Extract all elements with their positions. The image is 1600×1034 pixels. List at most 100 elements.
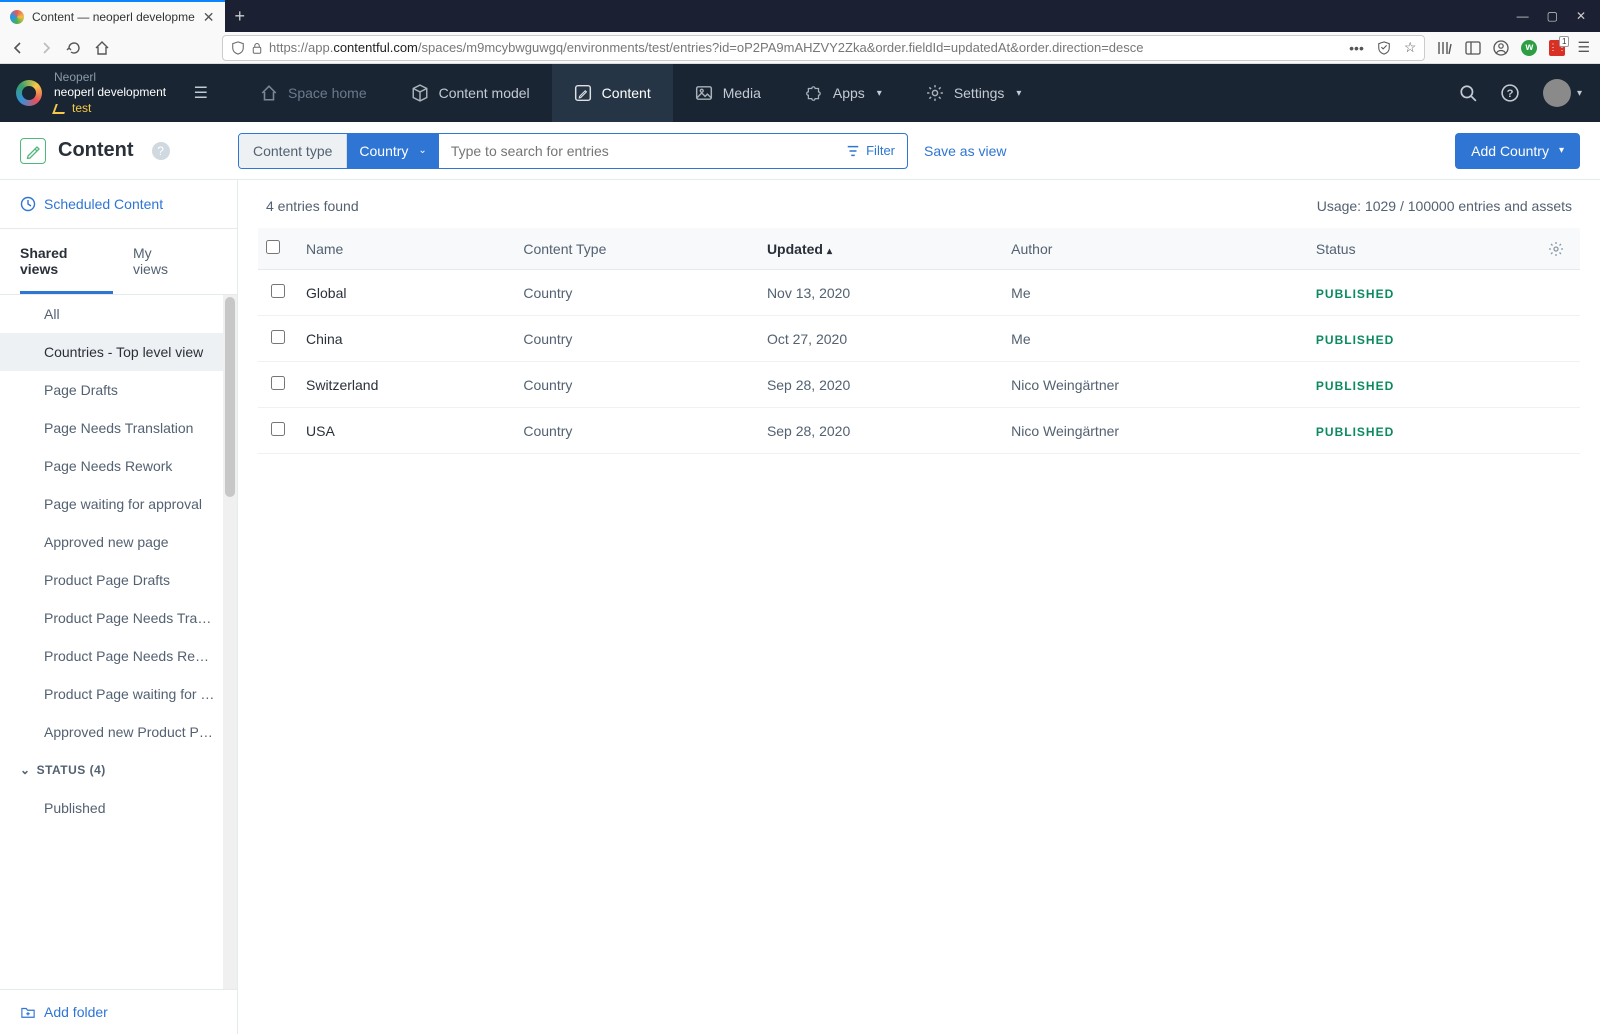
search-bar: Content type Country ⌄ Filter [238,133,908,169]
brand-block[interactable]: Neoperl neoperl development test ☰ [0,70,238,117]
sidebar-view-item[interactable]: Product Page Needs Transla... [0,599,237,637]
save-as-view-link[interactable]: Save as view [924,143,1006,159]
sidebar-view-item[interactable]: Approved new page [0,523,237,561]
more-icon[interactable]: ••• [1349,40,1364,56]
reload-button[interactable] [66,40,82,56]
select-all-checkbox[interactable] [266,240,280,254]
sidebar-view-item[interactable]: Published [0,789,237,827]
chevron-down-icon: ⌄ [20,763,31,777]
forward-button[interactable] [38,40,54,56]
puzzle-icon [805,84,823,102]
help-icon[interactable]: ? [1501,84,1519,102]
reader-icon[interactable] [1376,41,1392,55]
row-checkbox[interactable] [271,284,285,298]
maximize-icon[interactable]: ▢ [1547,9,1558,23]
table-row[interactable]: ChinaCountryOct 27, 2020MePUBLISHED [258,316,1580,362]
cell-type: Country [515,362,759,408]
home-button[interactable] [94,40,110,56]
browser-address-bar: https://app.contentful.com/spaces/m9mcyb… [0,32,1600,64]
col-name[interactable]: Name [298,228,515,270]
sidebar-view-item[interactable]: Page Needs Translation [0,409,237,447]
space-switcher-icon[interactable]: ☰ [180,83,222,103]
tab-my-views[interactable]: My views [133,229,197,294]
sidebar-view-item[interactable]: Page Drafts [0,371,237,409]
add-country-button[interactable]: Add Country ▾ [1455,133,1580,169]
sort-asc-icon: ▴ [827,246,832,257]
filter-button[interactable]: Filter [834,143,907,158]
usage-text: Usage: 1029 / 100000 entries and assets [1317,198,1572,214]
nav-settings[interactable]: Settings ▾ [904,64,1044,122]
extension-w-icon[interactable]: w [1521,40,1537,56]
status-group-header[interactable]: ⌄ STATUS (4) [0,751,237,789]
table-row[interactable]: GlobalCountryNov 13, 2020MePUBLISHED [258,270,1580,316]
sidebar-view-item[interactable]: All [0,295,237,333]
table-row[interactable]: USACountrySep 28, 2020Nico WeingärtnerPU… [258,408,1580,454]
tab-shared-views[interactable]: Shared views [20,229,113,294]
account-icon[interactable] [1493,40,1509,56]
search-icon[interactable] [1459,84,1477,102]
col-updated[interactable]: Updated▴ [759,228,1003,270]
cell-updated: Sep 28, 2020 [759,362,1003,408]
library-icon[interactable] [1437,40,1453,56]
browser-tab[interactable]: Content — neoperl developme ✕ [0,0,225,32]
sidebar-view-item[interactable]: Approved new Product Page [0,713,237,751]
cell-status: PUBLISHED [1308,270,1540,316]
minimize-icon[interactable]: — [1517,9,1529,23]
nav-content-model[interactable]: Content model [389,64,552,122]
space-name: neoperl development [54,85,166,101]
col-type[interactable]: Content Type [515,228,759,270]
cube-icon [411,84,429,102]
back-button[interactable] [10,40,26,56]
add-folder-button[interactable]: Add folder [0,989,237,1034]
url-input[interactable]: https://app.contentful.com/spaces/m9mcyb… [222,35,1425,61]
cell-type: Country [515,316,759,362]
sidebar-toggle-icon[interactable] [1465,40,1481,56]
search-input[interactable] [439,143,834,159]
col-status[interactable]: Status [1308,228,1540,270]
table-settings-icon[interactable] [1548,241,1572,257]
nav-media[interactable]: Media [673,64,783,122]
org-name: Neoperl [54,70,166,86]
browser-menu-icon[interactable]: ☰ [1577,39,1590,56]
view-tabs: Shared views My views [0,229,237,295]
extension-badge-icon[interactable]: ⋮⋮ [1549,40,1565,56]
contentful-logo-icon [16,80,42,106]
bookmark-icon[interactable]: ☆ [1404,39,1417,56]
sidebar-view-item[interactable]: Product Page waiting for ap... [0,675,237,713]
app-header: Neoperl neoperl development test ☰ Space… [0,64,1600,122]
scheduled-content-link[interactable]: Scheduled Content [0,180,237,229]
row-checkbox[interactable] [271,376,285,390]
col-author[interactable]: Author [1003,228,1308,270]
favicon-icon [10,10,24,24]
scrollbar-thumb[interactable] [225,297,235,497]
close-tab-icon[interactable]: ✕ [203,9,215,26]
row-checkbox[interactable] [271,330,285,344]
views-list[interactable]: AllCountries - Top level viewPage Drafts… [0,295,237,989]
cell-name: Switzerland [298,362,515,408]
caret-down-icon: ▾ [1577,88,1582,99]
help-circle-icon[interactable]: ? [152,142,170,160]
nav-content[interactable]: Content [552,64,673,122]
cell-author: Nico Weingärtner [1003,408,1308,454]
environment-name: test [54,101,166,117]
sidebar-view-item[interactable]: Product Page Needs Rework [0,637,237,675]
top-nav: Space home Content model Content Media A… [238,64,1043,122]
sidebar-view-item[interactable]: Product Page Drafts [0,561,237,599]
content-toolbar: Content ? Content type Country ⌄ Filter … [0,122,1600,180]
sidebar-view-item[interactable]: Countries - Top level view [0,333,237,371]
cell-status: PUBLISHED [1308,362,1540,408]
close-window-icon[interactable]: ✕ [1576,9,1586,23]
avatar[interactable] [1543,79,1571,107]
new-tab-button[interactable]: + [225,0,256,32]
image-icon [695,84,713,102]
content-type-select[interactable]: Country ⌄ [347,134,438,168]
sidebar-view-item[interactable]: Page Needs Rework [0,447,237,485]
cell-updated: Oct 27, 2020 [759,316,1003,362]
row-checkbox[interactable] [271,422,285,436]
compose-icon [574,84,592,102]
nav-apps[interactable]: Apps ▾ [783,64,904,122]
sidebar-view-item[interactable]: Page waiting for approval [0,485,237,523]
nav-space-home[interactable]: Space home [238,64,389,122]
table-row[interactable]: SwitzerlandCountrySep 28, 2020Nico Weing… [258,362,1580,408]
content-type-label: Content type [239,134,347,168]
